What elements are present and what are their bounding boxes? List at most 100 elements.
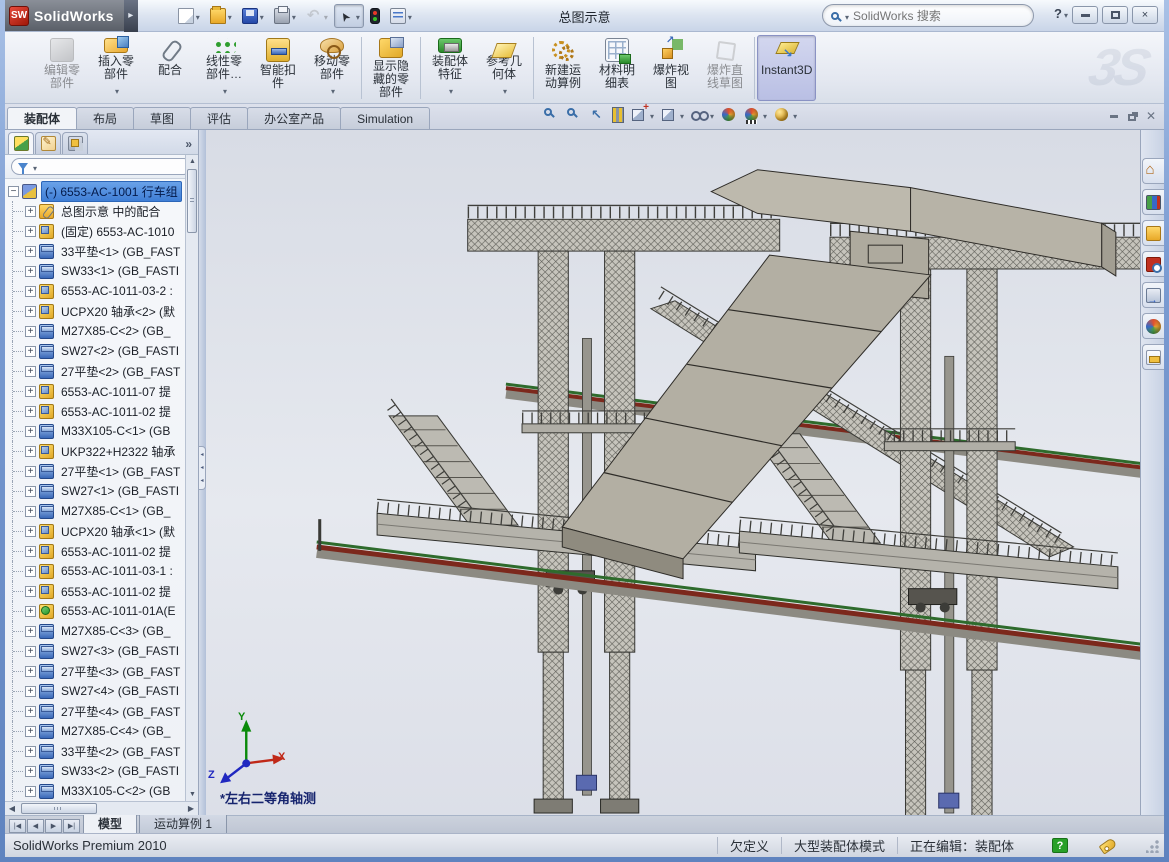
tab-assembly[interactable]: 装配体: [7, 107, 77, 129]
tab-motion-study-1[interactable]: 运动算例 1: [139, 813, 227, 833]
apply-scene-button[interactable]: [744, 106, 767, 124]
search-dropdown-icon[interactable]: [845, 7, 849, 25]
menu-flyout-arrow[interactable]: [124, 0, 138, 32]
scroll-up-icon[interactable]: ▲: [186, 155, 199, 168]
options-button[interactable]: [386, 4, 416, 28]
panel-collapse-handle[interactable]: [199, 446, 206, 490]
dropdown-arrow-icon[interactable]: [356, 7, 360, 25]
tab-nav-previous-button[interactable]: ◀: [27, 819, 44, 833]
smart-fasteners-button[interactable]: 智能扣件: [251, 35, 305, 101]
dropdown-arrow-icon[interactable]: [196, 7, 200, 25]
dropdown-arrow-icon[interactable]: [650, 106, 654, 124]
tree-item[interactable]: +27平垫<1> (GB_FAST: [7, 461, 198, 481]
expand-toggle[interactable]: +: [25, 546, 36, 557]
tab-model[interactable]: 模型: [83, 813, 137, 833]
show-hidden-button[interactable]: 显示隐藏的零部件: [364, 35, 418, 101]
tree-item[interactable]: +M27X85-C<1> (GB_: [7, 501, 198, 521]
tab-nav-last-button[interactable]: ▶|: [63, 819, 80, 833]
assembly-model[interactable]: [206, 130, 1140, 815]
section-view-button[interactable]: [612, 107, 624, 123]
search-input[interactable]: [853, 9, 993, 23]
doc-restore-button[interactable]: [1128, 112, 1136, 121]
resize-grip[interactable]: [1146, 839, 1160, 853]
view-palette-button[interactable]: [1142, 282, 1164, 308]
tab-nav-next-button[interactable]: ▶: [45, 819, 62, 833]
zoom-fit-button[interactable]: [543, 107, 559, 123]
tree-item[interactable]: +27平垫<2> (GB_FAST: [7, 361, 198, 381]
help-dropdown-icon[interactable]: [1064, 6, 1068, 21]
design-library-button[interactable]: [1142, 189, 1164, 215]
new-motion-study-button[interactable]: 新建运动算例: [536, 35, 590, 101]
tree-item[interactable]: +33平垫<2> (GB_FAST: [7, 741, 198, 761]
tree-item[interactable]: +SW27<1> (GB_FASTI: [7, 481, 198, 501]
tree-item[interactable]: +M27X85-C<4> (GB_: [7, 721, 198, 741]
bill-of-materials-button[interactable]: 材料明细表: [590, 35, 644, 101]
dropdown-arrow-icon[interactable]: [331, 81, 335, 99]
expand-toggle[interactable]: +: [25, 566, 36, 577]
tag-icon[interactable]: [1099, 837, 1118, 854]
expand-toggle[interactable]: +: [25, 246, 36, 257]
zoom-to-area-button[interactable]: [566, 107, 582, 123]
tree-item[interactable]: +27平垫<3> (GB_FAST: [7, 661, 198, 681]
dropdown-arrow-icon[interactable]: [408, 7, 412, 25]
select-button[interactable]: [334, 4, 364, 28]
expand-toggle[interactable]: +: [25, 366, 36, 377]
expand-toggle[interactable]: +: [25, 426, 36, 437]
dropdown-arrow-icon[interactable]: [763, 106, 767, 124]
expand-toggle[interactable]: +: [25, 726, 36, 737]
tree-item[interactable]: +M33X105-C<2> (GB: [7, 781, 198, 801]
instant3d-button[interactable]: Instant3D: [757, 35, 816, 101]
tree-item[interactable]: +SW27<4> (GB_FASTI: [7, 681, 198, 701]
tree-item[interactable]: +总图示意 中的配合: [7, 201, 198, 221]
expand-toggle[interactable]: +: [25, 346, 36, 357]
expand-toggle[interactable]: +: [25, 266, 36, 277]
dropdown-arrow-icon[interactable]: [292, 7, 296, 25]
dropdown-arrow-icon[interactable]: [793, 106, 797, 124]
expand-toggle[interactable]: +: [25, 226, 36, 237]
edit-appearance-button[interactable]: [721, 107, 737, 123]
tree-item[interactable]: +6553-AC-1011-03-1 :: [7, 561, 198, 581]
tree-item[interactable]: +SW27<3> (GB_FASTI: [7, 641, 198, 661]
expand-toggle[interactable]: +: [25, 746, 36, 757]
insert-component-button[interactable]: 插入零部件: [89, 35, 143, 101]
tree-item[interactable]: +UCPX20 轴承<2> (默: [7, 301, 198, 321]
tree-item[interactable]: +UCPX20 轴承<1> (默: [7, 521, 198, 541]
hide-show-button[interactable]: [691, 106, 714, 124]
scrollbar-thumb[interactable]: [21, 803, 97, 814]
tree-item[interactable]: −(-) 6553-AC-1001 行车组: [7, 181, 198, 201]
custom-properties-button[interactable]: [1142, 344, 1164, 370]
print-document-button[interactable]: [270, 4, 300, 28]
expand-toggle[interactable]: −: [8, 186, 19, 197]
dropdown-arrow-icon[interactable]: [260, 7, 264, 25]
dropdown-arrow-icon[interactable]: [228, 7, 232, 25]
linear-pattern-button[interactable]: 线性零部件…: [197, 35, 251, 101]
expand-toggle[interactable]: +: [25, 526, 36, 537]
view-settings-button[interactable]: [774, 106, 797, 124]
panel-tab-featuremanager[interactable]: [8, 132, 34, 154]
dropdown-arrow-icon[interactable]: [710, 106, 714, 124]
tree-filter-input[interactable]: [11, 158, 192, 175]
tree-item[interactable]: +27平垫<4> (GB_FAST: [7, 701, 198, 721]
filter-dropdown-icon[interactable]: [33, 158, 37, 176]
doc-minimize-button[interactable]: [1110, 115, 1118, 118]
tree-item[interactable]: +UKP322+H2322 轴承: [7, 441, 198, 461]
expand-toggle[interactable]: +: [25, 486, 36, 497]
tree-item[interactable]: +M27X85-C<2> (GB_: [7, 321, 198, 341]
expand-toggle[interactable]: +: [25, 286, 36, 297]
dropdown-arrow-icon[interactable]: [324, 7, 328, 25]
quick-tips-help-icon[interactable]: ?: [1052, 838, 1068, 853]
expand-toggle[interactable]: +: [25, 766, 36, 777]
previous-view-button[interactable]: [589, 107, 605, 123]
rebuild-traffic-light-button[interactable]: [366, 5, 384, 27]
maximize-button[interactable]: [1102, 6, 1128, 24]
exploded-view-button[interactable]: 爆炸视图: [644, 35, 698, 101]
minimize-button[interactable]: [1072, 6, 1098, 24]
expand-toggle[interactable]: +: [25, 786, 36, 797]
expand-toggle[interactable]: +: [25, 586, 36, 597]
expand-toggle[interactable]: +: [25, 206, 36, 217]
expand-toggle[interactable]: +: [25, 406, 36, 417]
doc-close-button[interactable]: ✕: [1146, 109, 1156, 123]
tree-item[interactable]: +SW33<1> (GB_FASTI: [7, 261, 198, 281]
display-style-button[interactable]: [661, 106, 684, 124]
panel-tab-configurationmanager[interactable]: [62, 132, 88, 154]
